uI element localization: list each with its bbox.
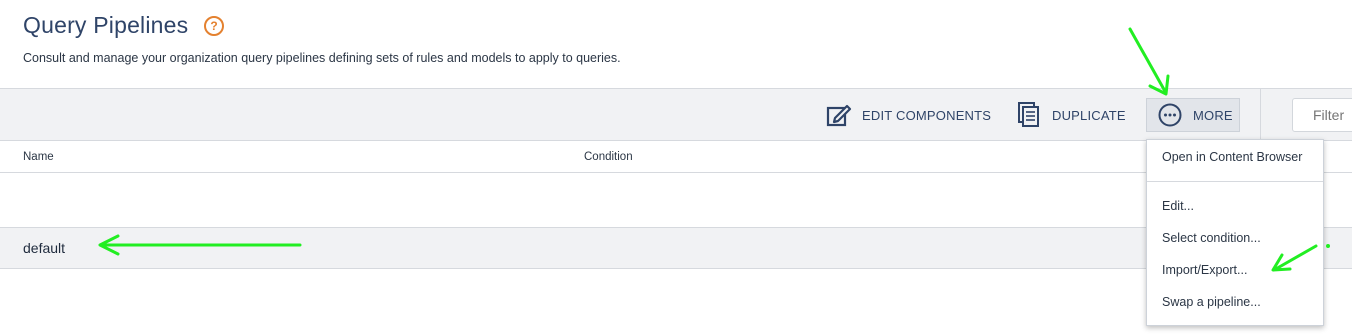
- filter-input[interactable]: [1292, 98, 1352, 132]
- help-icon[interactable]: ?: [204, 16, 224, 36]
- duplicate-button[interactable]: DUPLICATE: [1016, 99, 1126, 131]
- menu-item-import-export[interactable]: Import/Export...: [1162, 263, 1247, 277]
- annotation-arrow-more: [1128, 27, 1170, 96]
- menu-item-open-content-browser[interactable]: Open in Content Browser: [1162, 150, 1302, 164]
- menu-divider: [1147, 181, 1323, 182]
- more-label: MORE: [1193, 107, 1233, 123]
- toolbar-divider: [1260, 89, 1261, 140]
- duplicate-icon: [1018, 102, 1039, 127]
- more-icon: [1158, 103, 1182, 127]
- more-button[interactable]: MORE: [1146, 98, 1240, 132]
- column-header-condition[interactable]: Condition: [584, 151, 633, 163]
- edit-components-label: EDIT COMPONENTS: [862, 107, 992, 123]
- toolbar: EDIT COMPONENTS DUPLICATE MORE: [0, 88, 1352, 141]
- more-dropdown-menu: Open in Content Browser Edit... Select c…: [1146, 139, 1324, 326]
- column-header-name[interactable]: Name: [23, 151, 54, 163]
- menu-item-select-condition[interactable]: Select condition...: [1162, 231, 1261, 245]
- duplicate-label: DUPLICATE: [1052, 107, 1126, 123]
- edit-components-button[interactable]: EDIT COMPONENTS: [826, 99, 991, 131]
- menu-item-edit[interactable]: Edit...: [1162, 199, 1194, 213]
- row-name-cell: default: [23, 240, 66, 256]
- page-description: Consult and manage your organization que…: [23, 51, 621, 65]
- page-title: Query Pipelines: [23, 12, 189, 38]
- menu-item-swap-pipeline[interactable]: Swap a pipeline...: [1162, 295, 1261, 309]
- edit-icon: [826, 104, 852, 127]
